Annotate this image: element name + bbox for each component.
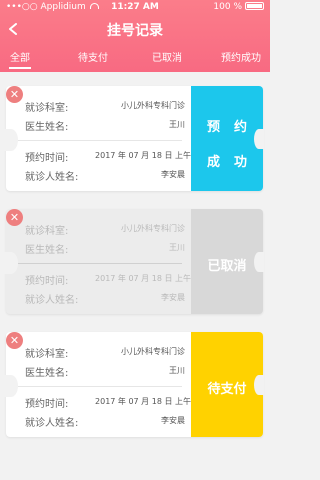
battery-group: 100 % bbox=[213, 2, 264, 12]
patient-value: 李安晨 bbox=[161, 170, 185, 179]
department-value: 小儿外科专科门诊 bbox=[121, 101, 185, 110]
doctor-value: 王川 bbox=[169, 120, 185, 129]
patient-label: 就诊人姓名: bbox=[25, 418, 79, 429]
department-value: 小儿外科专科门诊 bbox=[121, 224, 185, 233]
ticket-notch bbox=[4, 129, 18, 151]
record-card[interactable]: ✕ 就诊科室: 小儿外科专科门诊 医生姓名: 王川 预约时间: 2017 年 0… bbox=[4, 209, 264, 314]
doctor-label: 医生姓名: bbox=[25, 122, 69, 133]
time-value: 2017 年 07 月 18 日 上午 bbox=[95, 397, 191, 406]
record-card[interactable]: ✕ 就诊科室: 小儿外科专科门诊 医生姓名: 王川 预约时间: 2017 年 0… bbox=[4, 86, 264, 191]
patient-value: 李安晨 bbox=[161, 416, 185, 425]
patient-label: 就诊人姓名: bbox=[25, 295, 79, 306]
doctor-value: 王川 bbox=[169, 243, 185, 252]
status-block-cancelled[interactable]: 已取消 bbox=[191, 209, 264, 314]
doctor-label: 医生姓名: bbox=[25, 245, 69, 256]
doctor-value: 王川 bbox=[169, 366, 185, 375]
divider bbox=[18, 140, 182, 141]
status-bar: •••○○ Applidium 11:27 AM 100 % bbox=[0, 2, 270, 14]
ticket-notch bbox=[4, 252, 18, 274]
header: •••○○ Applidium 11:27 AM 100 % 挂号记录 全部 待… bbox=[0, 0, 270, 72]
doctor-label: 医生姓名: bbox=[25, 368, 69, 379]
tab-cancelled[interactable]: 已取消 bbox=[150, 49, 184, 64]
status-text-line2: 成功 bbox=[206, 155, 261, 170]
page-title: 挂号记录 bbox=[107, 23, 163, 39]
battery-icon bbox=[245, 2, 264, 10]
status-text: 待支付 bbox=[207, 382, 247, 397]
tab-pending-payment[interactable]: 待支付 bbox=[76, 49, 110, 64]
status-block-pending-payment[interactable]: 待支付 bbox=[191, 332, 264, 437]
department-label: 就诊科室: bbox=[25, 103, 69, 114]
time-label: 预约时间: bbox=[25, 276, 69, 287]
department-label: 就诊科室: bbox=[25, 349, 69, 360]
tab-bar: 全部 待支付 已取消 预约成功 bbox=[0, 49, 270, 69]
department-value: 小儿外科专科门诊 bbox=[121, 347, 185, 356]
time-value: 2017 年 07 月 18 日 上午 bbox=[95, 274, 191, 283]
department-label: 就诊科室: bbox=[25, 226, 69, 237]
status-text-line1: 预约 bbox=[206, 120, 261, 135]
record-card[interactable]: ✕ 就诊科室: 小儿外科专科门诊 医生姓名: 王川 预约时间: 2017 年 0… bbox=[4, 332, 264, 437]
ticket-notch bbox=[4, 375, 18, 397]
battery-label: 100 % bbox=[213, 2, 242, 12]
close-icon[interactable]: ✕ bbox=[6, 332, 23, 349]
close-icon[interactable]: ✕ bbox=[6, 209, 23, 226]
close-icon[interactable]: ✕ bbox=[6, 86, 23, 103]
tab-all[interactable]: 全部 bbox=[9, 49, 31, 69]
status-block-success[interactable]: 预约 成功 bbox=[191, 86, 264, 191]
time-label: 预约时间: bbox=[25, 399, 69, 410]
time-label: 预约时间: bbox=[25, 153, 69, 164]
divider bbox=[18, 263, 182, 264]
tab-booked-success[interactable]: 预约成功 bbox=[218, 49, 264, 64]
patient-label: 就诊人姓名: bbox=[25, 172, 79, 183]
status-text: 已取消 bbox=[207, 259, 247, 274]
divider bbox=[18, 386, 182, 387]
patient-value: 李安晨 bbox=[161, 293, 185, 302]
time-value: 2017 年 07 月 18 日 上午 bbox=[95, 151, 191, 160]
